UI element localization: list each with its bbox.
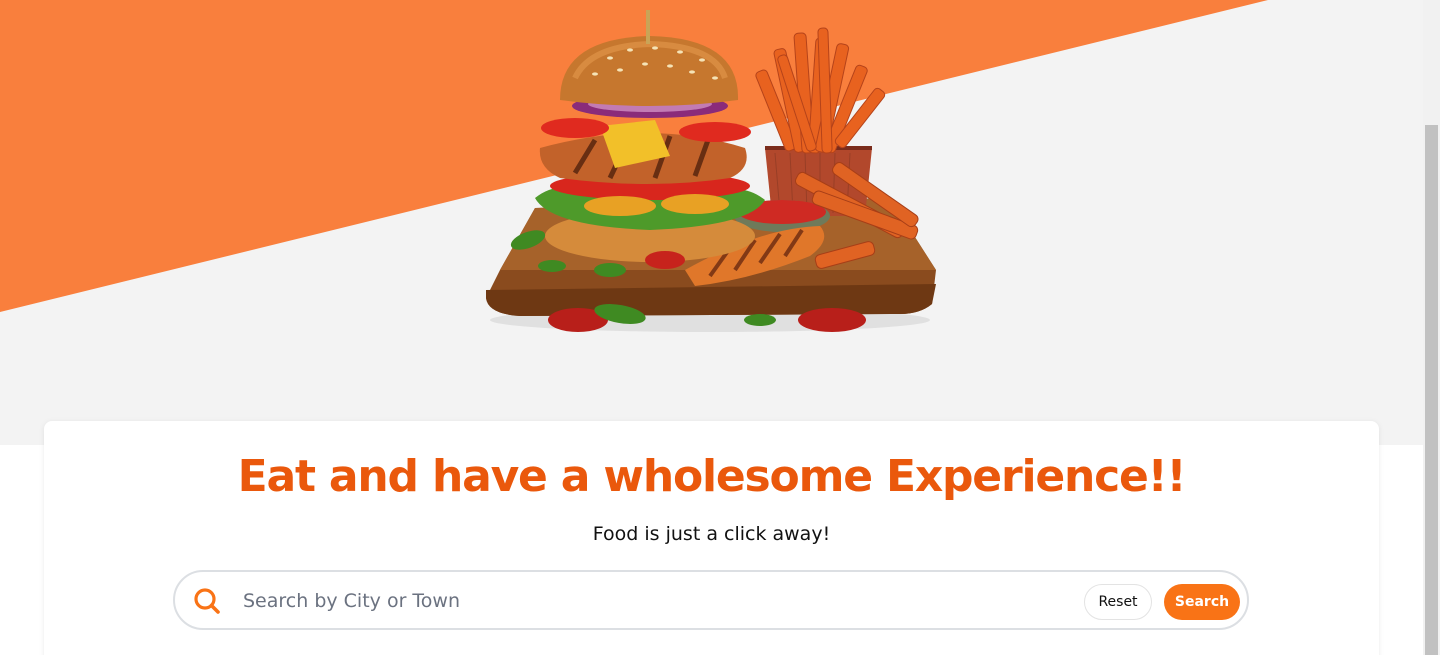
page: Eat and have a wholesome Experience!! Fo… [0, 0, 1440, 655]
reset-button[interactable]: Reset [1084, 584, 1152, 620]
search-card: Eat and have a wholesome Experience!! Fo… [44, 421, 1379, 655]
vertical-scrollbar[interactable] [1423, 0, 1440, 655]
page-subheadline: Food is just a click away! [592, 523, 831, 545]
scrollbar-thumb[interactable] [1425, 125, 1438, 655]
search-button[interactable]: Search [1164, 584, 1240, 620]
page-headline: Eat and have a wholesome Experience!! [237, 451, 1187, 502]
hero-banner [0, 0, 1440, 445]
search-bar: Reset Search [173, 570, 1249, 630]
hero-food-image [486, 10, 936, 332]
search-input[interactable] [243, 584, 1063, 618]
search-icon [194, 588, 220, 614]
